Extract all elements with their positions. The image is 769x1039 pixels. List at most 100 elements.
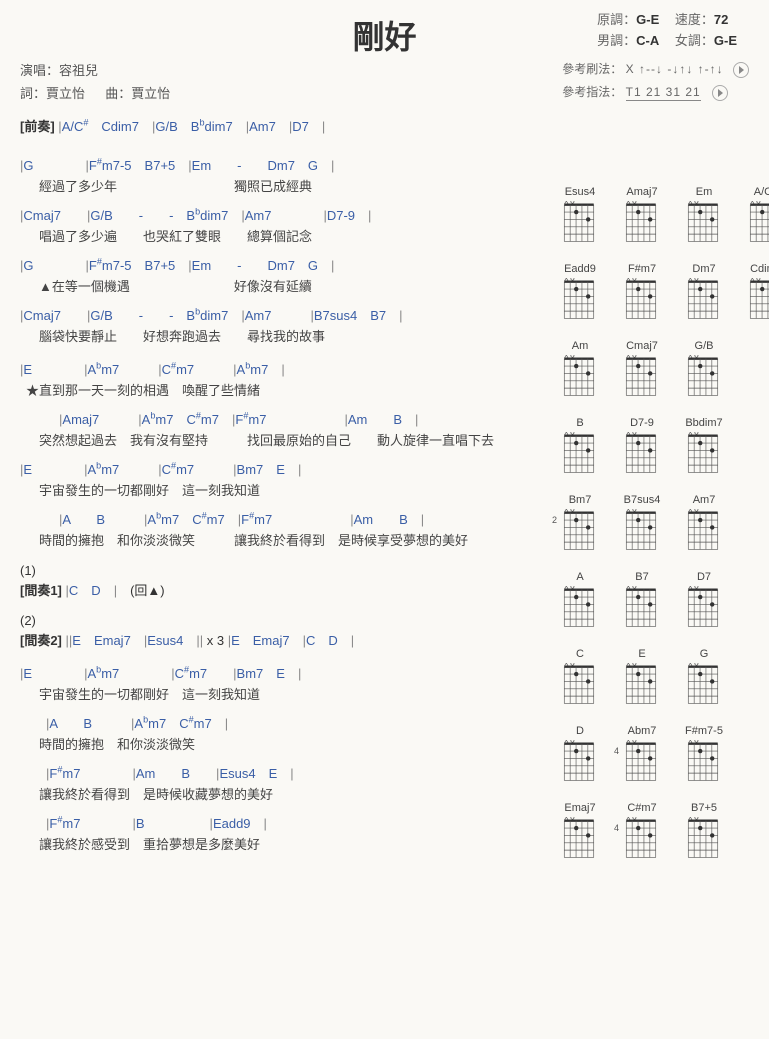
lyric-line: 宇宙發生的一切都剛好 這一刻我知道 — [20, 480, 560, 499]
lyric-line: ▲在等一個機遇 好像沒有延續 — [20, 276, 560, 295]
intro-label: [前奏] — [20, 119, 55, 134]
chord-diagram-name: B7+5 — [684, 802, 724, 814]
chord-diagram: G/Bxo — [684, 340, 724, 401]
chord-diagram-name: A/C# — [746, 186, 769, 198]
chord-diagram-name: Eadd9 — [560, 263, 600, 275]
svg-text:o: o — [694, 201, 699, 205]
chord-diagram: Eadd9xo — [560, 263, 600, 324]
chord-diagram-svg: xo — [622, 355, 660, 401]
chord-diagram: Dxo — [560, 725, 600, 786]
chord-diagram: Axo — [560, 571, 600, 632]
chord-diagram-name: D7-9 — [622, 417, 662, 429]
interlude1-chords: |C D | (回▲) — [66, 583, 165, 598]
pick-label: 參考指法： — [562, 85, 622, 99]
chord-line: |A B |Abm7 C#m7 | — [20, 713, 560, 732]
chord-diagram-name: G — [684, 648, 724, 660]
chord-diagram-grid: Esus4xoAmaj7xoEmxoA/C#xoEadd9xoF#m7xoDm7… — [560, 116, 769, 879]
svg-text:o: o — [694, 432, 699, 436]
chord-row: BxoD7-9xoBbdim7xo — [560, 417, 769, 478]
chord-diagram: Cxo — [560, 648, 600, 709]
chord-diagram-svg: xo — [622, 586, 660, 632]
chord-diagram-svg: xo — [684, 509, 722, 555]
svg-text:o: o — [570, 740, 575, 744]
male-key-value: C-A — [636, 33, 659, 48]
svg-text:o: o — [570, 509, 575, 513]
female-key-label: 女調： — [675, 33, 714, 48]
chord-diagram: F#m7xo — [622, 263, 662, 324]
artist-name: 容祖兒 — [59, 63, 98, 78]
svg-text:o: o — [570, 432, 575, 436]
composer-name: 賈立怡 — [131, 86, 170, 101]
chord-diagram-name: B — [560, 417, 600, 429]
svg-text:o: o — [632, 817, 637, 821]
chord-diagram-svg: xo — [560, 432, 598, 478]
interlude1-label: [間奏1] — [20, 583, 62, 598]
chord-row: Esus4xoAmaj7xoEmxoA/C#xo — [560, 186, 769, 247]
chord-line: |A B |Abm7 C#m7 |F#m7 |Am B | — [20, 509, 560, 528]
lyric-line: 宇宙發生的一切都剛好 這一刻我知道 — [20, 684, 560, 703]
chord-diagram: Cdim7xo — [746, 263, 769, 324]
chord-diagram-name: Am — [560, 340, 600, 352]
chord-diagram-svg: xo — [684, 586, 722, 632]
chord-diagram: Dm7xo — [684, 263, 724, 324]
chord-diagram-name: Emaj7 — [560, 802, 600, 814]
interlude2-label: [間奏2] — [20, 633, 62, 648]
fret-number: 4 — [614, 823, 619, 833]
play-strum-button[interactable] — [733, 62, 749, 78]
svg-text:o: o — [570, 355, 575, 359]
chord-diagram: Cmaj7 xo — [622, 340, 662, 401]
chord-diagram: Em xo — [684, 186, 724, 247]
chord-diagram-svg: xo — [684, 201, 722, 247]
lyric-line: 突然想起過去 我有沒有堅持 找回最原始的自己 動人旋律一直唱下去 — [20, 430, 560, 449]
chord-diagram-svg: xo — [684, 740, 722, 786]
svg-text:o: o — [756, 201, 761, 205]
svg-text:o: o — [632, 663, 637, 667]
svg-text:o: o — [570, 201, 575, 205]
chord-line: |G |F#m7-5 B7+5 |Em - Dm7 G | — [20, 155, 560, 174]
lyric-line: 時間的擁抱 和你淡淡微笑 — [20, 734, 560, 753]
chord-diagram-name: A — [560, 571, 600, 583]
repeat-mark-2: (2) — [20, 613, 560, 628]
chord-diagram: Amaj7xo — [622, 186, 662, 247]
chord-diagram-name: Em — [684, 186, 724, 198]
svg-text:o: o — [632, 509, 637, 513]
svg-text:o: o — [570, 663, 575, 667]
tempo-label: 速度： — [675, 12, 714, 27]
svg-text:o: o — [632, 432, 637, 436]
male-key-label: 男調： — [597, 33, 636, 48]
lyricist-label: 詞： — [20, 86, 46, 101]
play-pick-button[interactable] — [712, 85, 728, 101]
chord-row: Eadd9xoF#m7xoDm7xoCdim7xo — [560, 263, 769, 324]
chord-diagram: B7xo — [622, 571, 662, 632]
chord-row: AxoB7xoD7xo — [560, 571, 769, 632]
chord-line: |E |Abm7 |C#m7 |Bm7 E | — [20, 663, 560, 682]
chord-diagram: Abm7xo4 — [622, 725, 662, 786]
chord-line: |F#m7 |B |Eadd9 | — [20, 813, 560, 832]
patterns-block: 參考刷法： X ↑--↓ -↓↑↓ ↑-↑↓ 參考指法： T1 21 31 21 — [562, 58, 749, 104]
chord-row: DxoAbm7xo4F#m7-5xo — [560, 725, 769, 786]
chord-diagram: Bbdim7xo — [684, 417, 724, 478]
intro-chords: |A/C# Cdim7 |G/B Bbdim7 |Am7 |D7 | — [58, 119, 325, 134]
svg-text:o: o — [694, 663, 699, 667]
interlude2-chords: ||E Emaj7 |Esus4 || x 3 |E Emaj7 |C D | — [66, 633, 355, 648]
chord-diagram: Amxo — [560, 340, 600, 401]
chord-diagram: C#m7xo4 — [622, 802, 662, 863]
chord-diagram-svg: xo — [560, 586, 598, 632]
chord-diagram-svg: xo — [684, 817, 722, 863]
lyric-line: 經過了多少年 獨照已成經典 — [20, 176, 560, 195]
chord-diagram-name: D7 — [684, 571, 724, 583]
chord-row: Emaj7 xo C#m7xo4 B7+5 xo — [560, 802, 769, 863]
lyric-line: 讓我終於感受到 重拾夢想是多麼美好 — [20, 834, 560, 853]
svg-text:o: o — [570, 817, 575, 821]
chord-diagram: B7sus4xo — [622, 494, 662, 555]
chord-diagram-name: Cmaj7 — [622, 340, 662, 352]
svg-text:o: o — [694, 817, 699, 821]
chord-diagram-svg: xo — [560, 740, 598, 786]
fret-number: 2 — [552, 515, 557, 525]
chord-diagram-name: G/B — [684, 340, 724, 352]
lyric-line: 時間的擁抱 和你淡淡微笑 讓我終於看得到 是時候享受夢想的美好 — [20, 530, 560, 549]
chord-line: |G |F#m7-5 B7+5 |Em - Dm7 G | — [20, 255, 560, 274]
chord-line: |F#m7 |Am B |Esus4 E | — [20, 763, 560, 782]
chord-diagram-svg: xo — [560, 817, 598, 863]
chord-diagram-svg: xo — [746, 278, 769, 324]
